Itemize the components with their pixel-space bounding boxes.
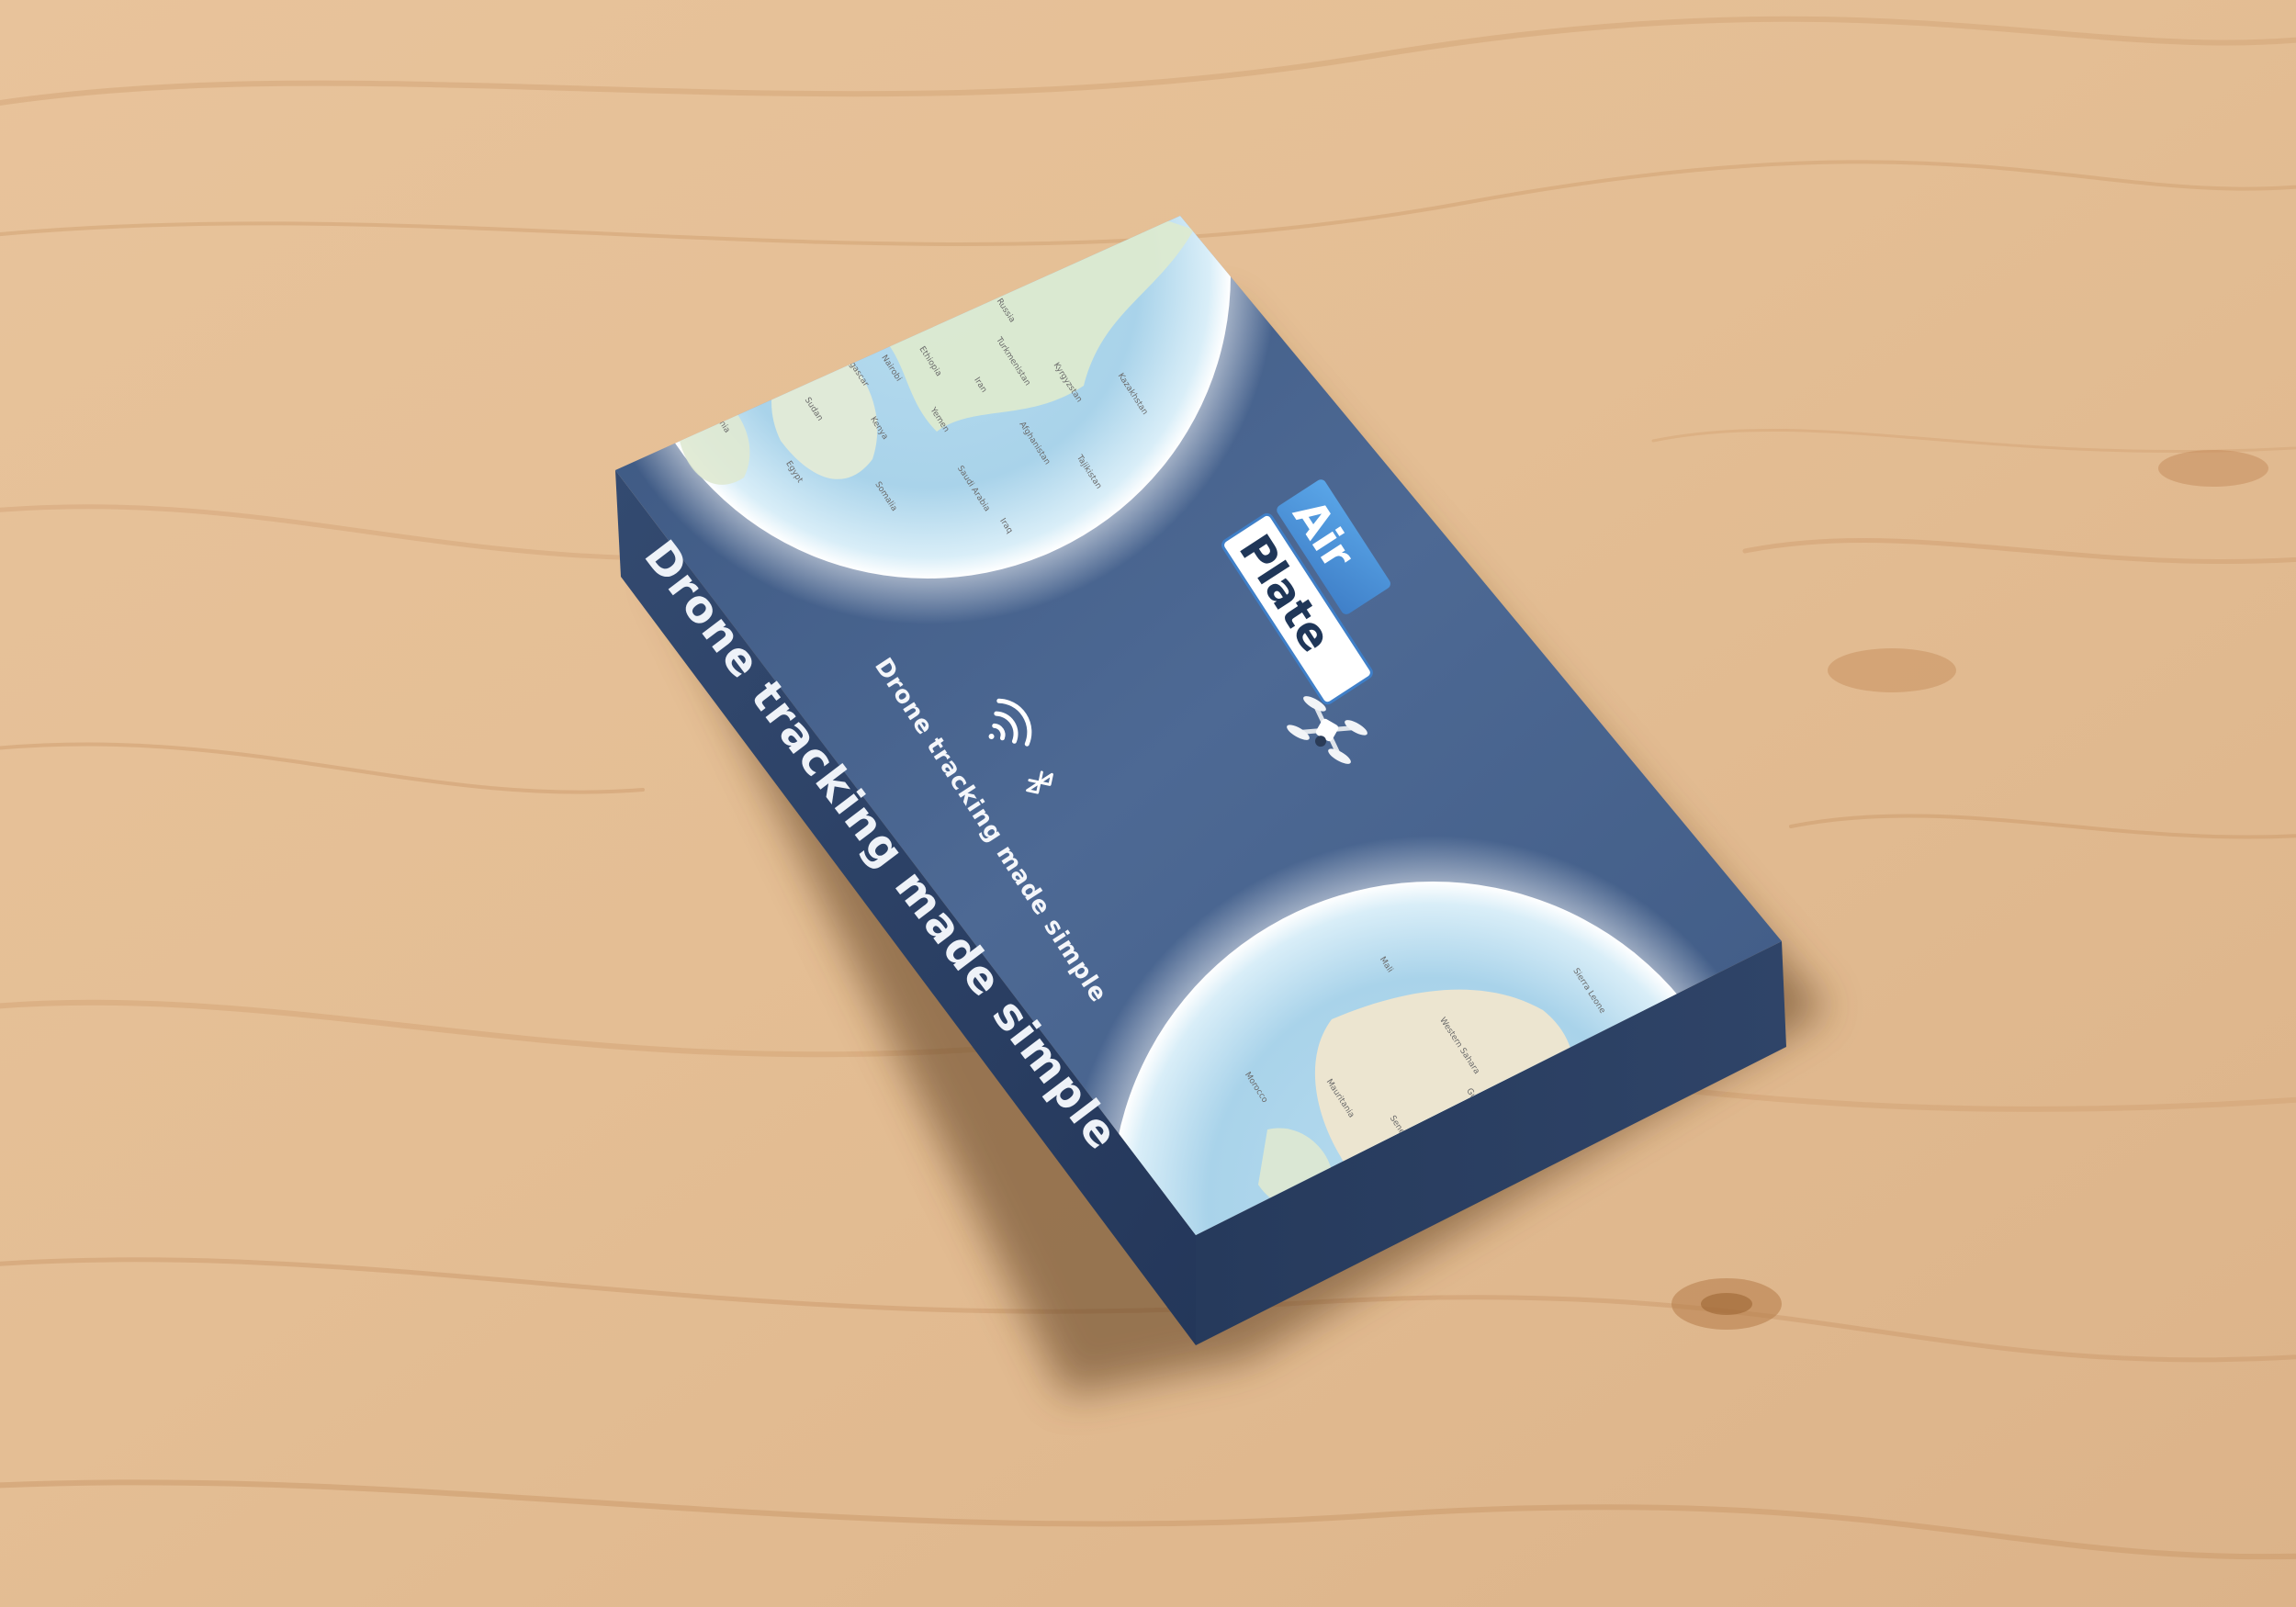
product-photo-scene: RussiaKazakhstanKyrgyzstanTurkmenistanTa… xyxy=(0,0,2296,1607)
